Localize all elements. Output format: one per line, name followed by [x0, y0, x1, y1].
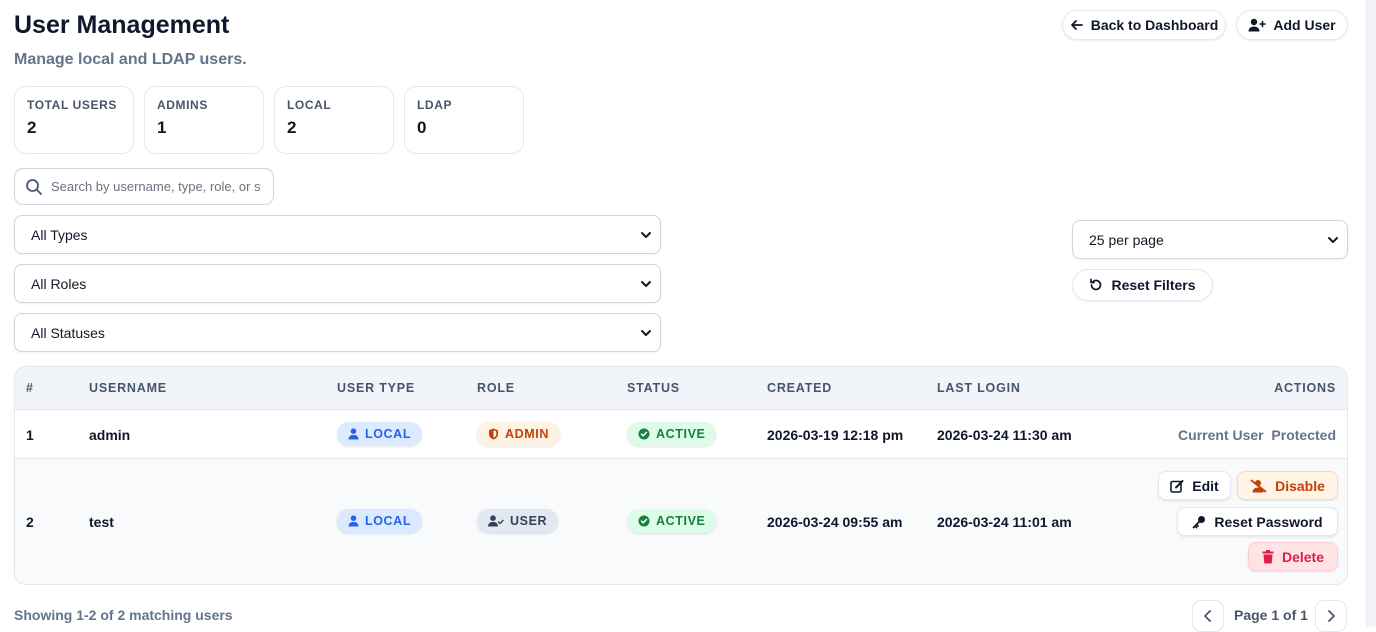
protected-note: Protected: [1271, 427, 1336, 443]
stat-value: 2: [27, 118, 37, 137]
status-label: ACTIVE: [656, 514, 706, 528]
row-created: 2026-03-24 09:55 am: [767, 514, 903, 530]
edit-button[interactable]: Edit: [1158, 471, 1231, 500]
column-header-actions: ACTIONS: [1274, 381, 1336, 395]
page-indicator: Page 1 of 1: [1234, 607, 1308, 623]
per-page-select[interactable]: 25 per page: [1072, 220, 1348, 259]
table-row: 2 test LOCAL USER ACTIVE 2026-03-24 09:5…: [15, 459, 1347, 584]
role-badge: ADMIN: [477, 422, 560, 446]
status-label: ACTIVE: [656, 427, 706, 441]
user-type-badge: LOCAL: [337, 509, 423, 533]
column-header-index: #: [26, 381, 34, 395]
chevron-left-icon: [1203, 610, 1213, 622]
column-header-username: USERNAME: [89, 381, 167, 395]
users-table: # USERNAME USER TYPE ROLE STATUS CREATED…: [14, 366, 1348, 585]
user-type-label: LOCAL: [365, 514, 412, 528]
user-check-icon: [488, 515, 504, 527]
chevron-down-icon: [640, 327, 652, 339]
table-row: 1 admin LOCAL ADMIN ACTIVE 2026-03-19 12…: [15, 410, 1347, 459]
status-select-value: All Statuses: [31, 324, 105, 341]
page-title: User Management: [14, 11, 230, 39]
disable-button[interactable]: Disable: [1237, 471, 1338, 500]
delete-button[interactable]: Delete: [1248, 542, 1338, 571]
table-header: # USERNAME USER TYPE ROLE STATUS CREATED…: [15, 367, 1347, 410]
trash-icon: [1262, 549, 1274, 564]
back-to-dashboard-label: Back to Dashboard: [1090, 17, 1219, 33]
user-type-select-value: All Types: [31, 226, 88, 243]
rotate-ccw-icon: [1089, 278, 1103, 292]
back-to-dashboard-button[interactable]: Back to Dashboard: [1062, 10, 1226, 40]
key-icon: [1192, 515, 1206, 529]
user-plus-icon: [1248, 18, 1267, 32]
check-circle-icon: [638, 515, 650, 527]
next-page-button[interactable]: [1315, 600, 1347, 632]
previous-page-button[interactable]: [1192, 600, 1224, 632]
column-header-user-type: USER TYPE: [337, 381, 416, 395]
reset-filters-label: Reset Filters: [1111, 277, 1196, 293]
page-scrollbar[interactable]: [1366, 0, 1376, 627]
stat-card-ldap: LDAP 0: [404, 86, 524, 154]
reset-password-button[interactable]: Reset Password: [1177, 507, 1338, 536]
user-icon: [348, 428, 359, 440]
results-summary: Showing 1-2 of 2 matching users: [14, 607, 233, 623]
user-type-label: LOCAL: [365, 427, 412, 441]
user-type-badge: LOCAL: [337, 422, 423, 446]
chevron-down-icon: [1327, 234, 1339, 246]
role-label: USER: [510, 514, 548, 528]
edit-icon: [1170, 479, 1184, 493]
reset-password-label: Reset Password: [1214, 513, 1323, 530]
stat-label: TOTAL USERS: [27, 98, 117, 112]
disable-label: Disable: [1275, 477, 1325, 494]
search-input[interactable]: [51, 179, 261, 194]
stat-card-total-users: TOTAL USERS 2: [14, 86, 134, 154]
stat-label: LOCAL: [287, 98, 332, 112]
row-actions-notes: Current User Protected: [1178, 427, 1336, 443]
stat-value: 2: [287, 118, 297, 137]
role-select-value: All Roles: [31, 275, 87, 292]
stat-label: LDAP: [417, 98, 453, 112]
column-header-last-login: LAST LOGIN: [937, 381, 1021, 395]
stat-value: 1: [157, 118, 167, 137]
chevron-right-icon: [1326, 610, 1336, 622]
stat-label: ADMINS: [157, 98, 208, 112]
check-circle-icon: [638, 428, 650, 440]
row-created: 2026-03-19 12:18 pm: [767, 427, 904, 443]
column-header-created: CREATED: [767, 381, 833, 395]
column-header-status: STATUS: [627, 381, 680, 395]
search-icon: [25, 178, 43, 196]
role-select[interactable]: All Roles: [14, 264, 661, 303]
chevron-down-icon: [640, 229, 652, 241]
search-box: [14, 168, 274, 205]
chevron-down-icon: [640, 278, 652, 290]
status-badge: ACTIVE: [627, 422, 717, 446]
reset-filters-button[interactable]: Reset Filters: [1072, 269, 1213, 301]
per-page-select-value: 25 per page: [1089, 231, 1164, 248]
page-subtitle: Manage local and LDAP users.: [14, 51, 247, 68]
role-label: ADMIN: [505, 427, 549, 441]
user-type-select[interactable]: All Types: [14, 215, 661, 254]
status-select[interactable]: All Statuses: [14, 313, 661, 352]
edit-label: Edit: [1192, 477, 1219, 494]
column-header-role: ROLE: [477, 381, 515, 395]
add-user-label: Add User: [1273, 17, 1336, 33]
user-slash-icon: [1250, 479, 1267, 493]
status-badge: ACTIVE: [627, 509, 717, 533]
row-username: test: [89, 514, 114, 530]
role-badge: USER: [477, 509, 559, 533]
arrow-left-icon: [1070, 18, 1084, 32]
row-index: 2: [26, 514, 34, 530]
shield-icon: [488, 428, 499, 440]
row-last-login: 2026-03-24 11:01 am: [937, 514, 1072, 530]
row-last-login: 2026-03-24 11:30 am: [937, 427, 1072, 443]
user-icon: [348, 515, 359, 527]
delete-label: Delete: [1281, 548, 1325, 565]
row-username: admin: [89, 427, 131, 443]
row-index: 1: [26, 427, 34, 443]
add-user-button[interactable]: Add User: [1236, 10, 1348, 40]
stat-card-local: LOCAL 2: [274, 86, 394, 154]
stat-card-admins: ADMINS 1: [144, 86, 264, 154]
current-user-note: Current User: [1178, 427, 1264, 443]
stat-value: 0: [417, 118, 427, 137]
